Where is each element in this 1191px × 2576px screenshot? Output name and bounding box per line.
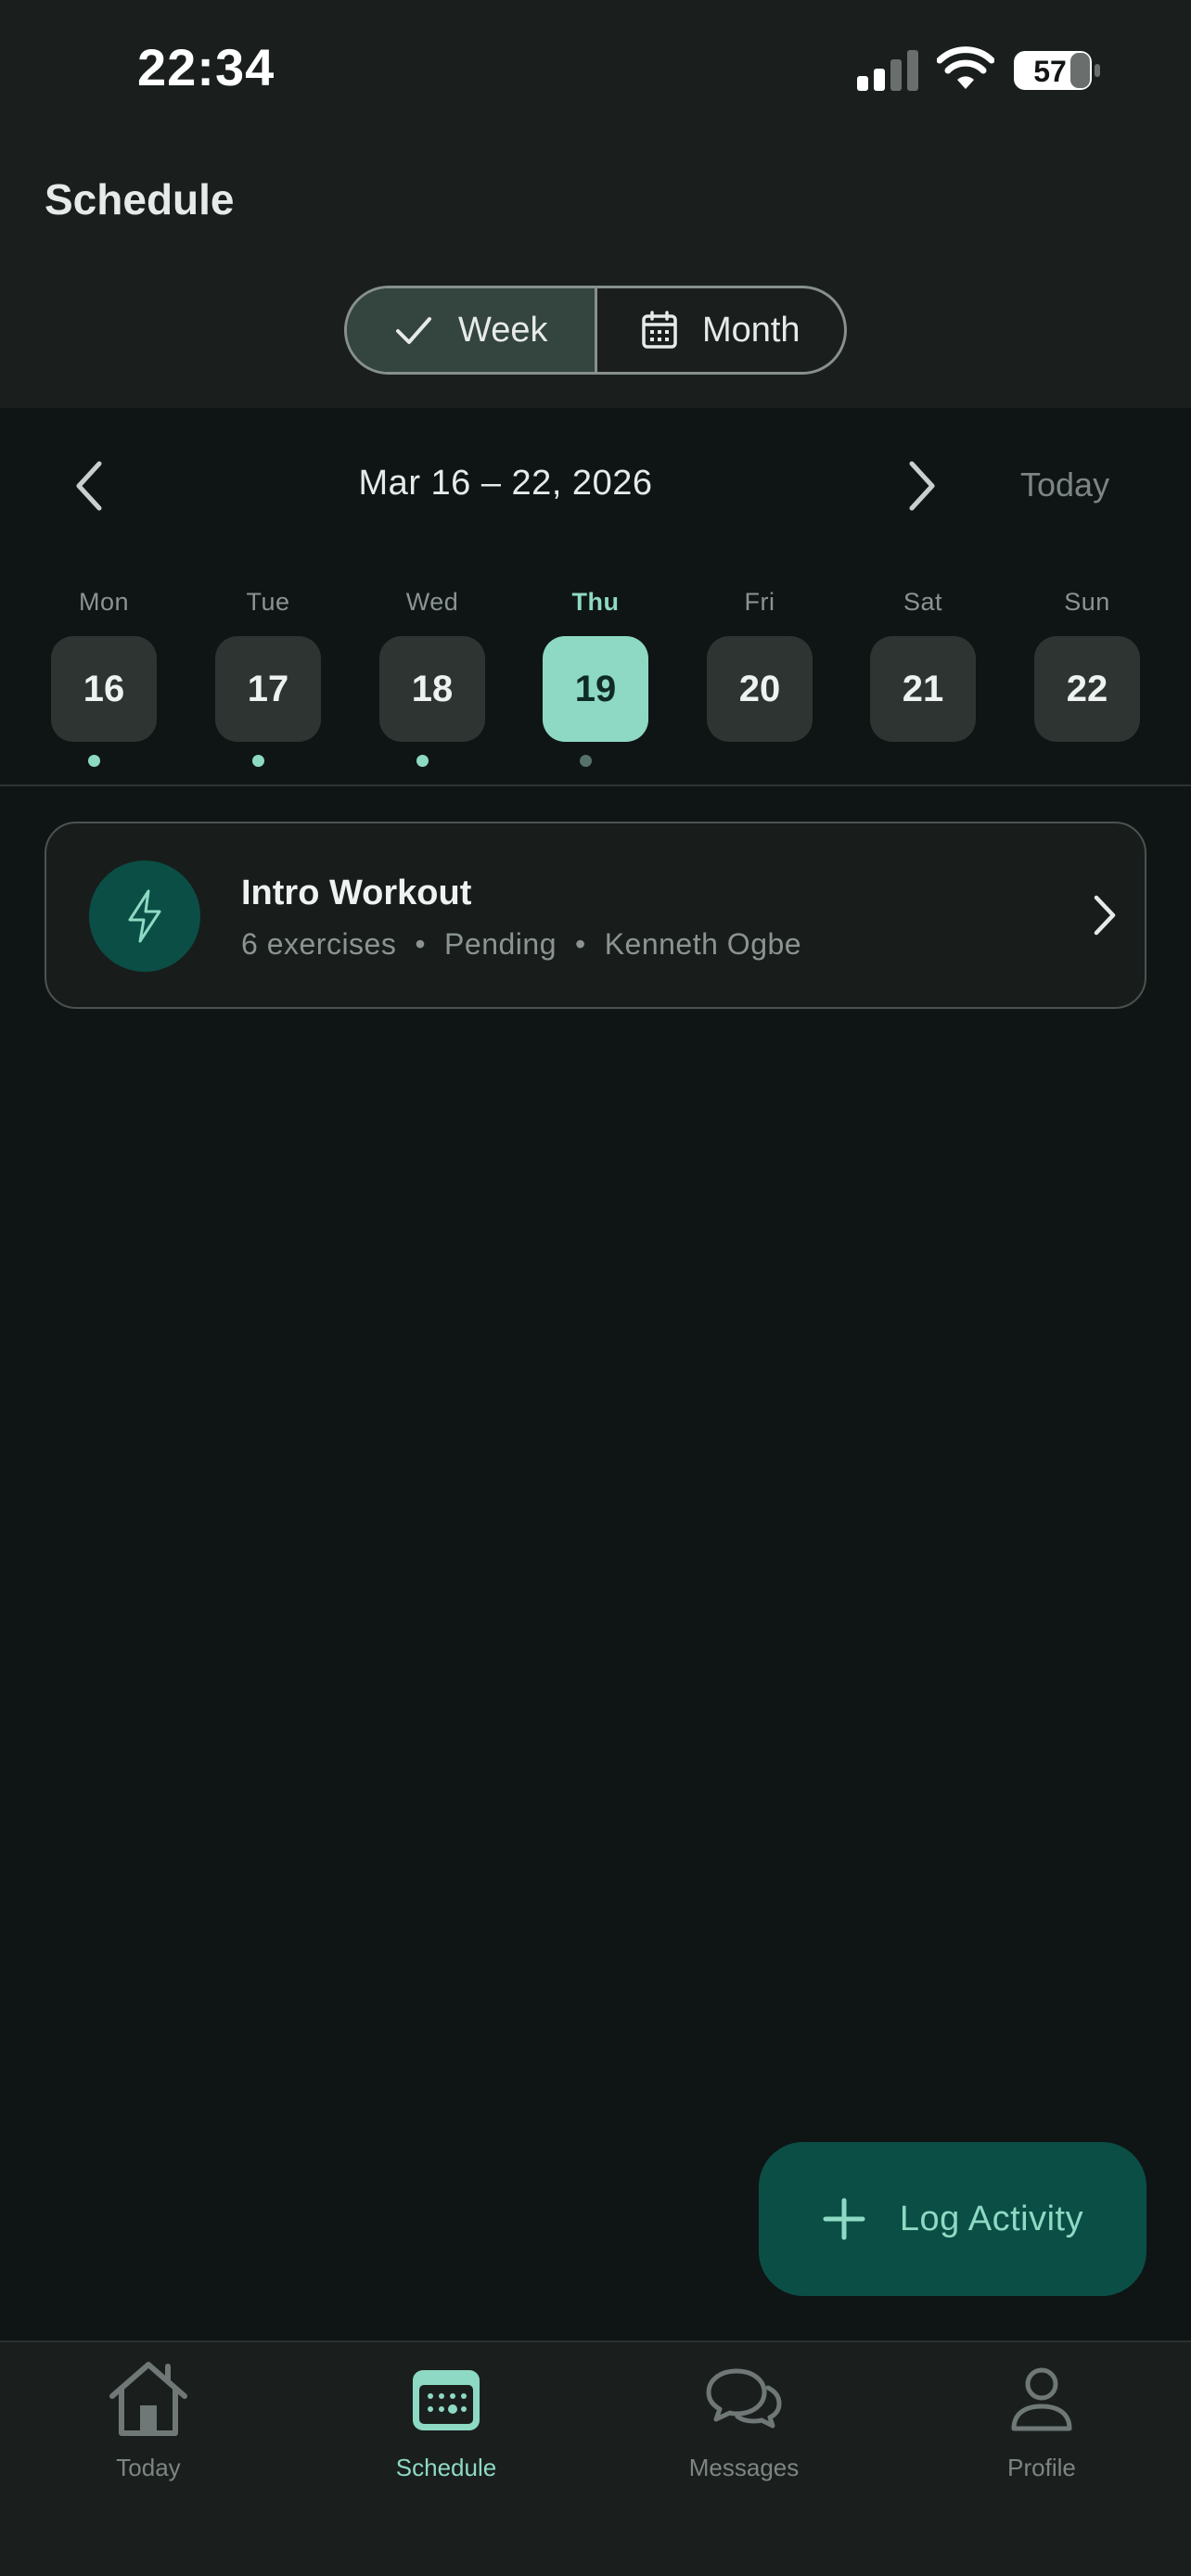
checkmark-icon bbox=[396, 317, 432, 344]
day-name: Wed bbox=[405, 588, 459, 616]
battery-level: 57 bbox=[1033, 55, 1067, 88]
event-dot bbox=[252, 755, 264, 767]
day-tue[interactable]: Tue 17 bbox=[215, 584, 321, 770]
tab-today[interactable]: Today bbox=[56, 2342, 241, 2491]
day-thu[interactable]: Thu 19 bbox=[543, 584, 648, 770]
day-strip: Mon 16 Tue 17 Wed 18 Thu 19 Fri 20 Sat 2… bbox=[0, 584, 1191, 770]
event-dot bbox=[580, 755, 592, 767]
plus-icon bbox=[823, 2198, 865, 2240]
wifi-icon bbox=[937, 46, 994, 89]
chevron-right-icon bbox=[1094, 895, 1116, 936]
day-number: 16 bbox=[51, 636, 157, 742]
person-icon bbox=[1000, 2357, 1083, 2441]
workout-title: Intro Workout bbox=[241, 874, 472, 912]
log-activity-label: Log Activity bbox=[899, 2199, 1084, 2238]
day-number: 17 bbox=[215, 636, 321, 742]
chat-bubbles-icon bbox=[702, 2357, 786, 2441]
cellular-signal-icon bbox=[857, 50, 918, 91]
calendar-icon bbox=[642, 311, 677, 349]
divider bbox=[0, 784, 1191, 786]
log-activity-button[interactable]: Log Activity bbox=[759, 2142, 1146, 2296]
day-number: 20 bbox=[707, 636, 813, 742]
home-icon bbox=[107, 2357, 190, 2441]
week-range-label: Mar 16 – 22, 2026 bbox=[358, 464, 653, 503]
calendar-icon bbox=[404, 2357, 488, 2441]
chevron-right-icon bbox=[909, 461, 935, 511]
day-name: Thu bbox=[571, 588, 620, 616]
day-number: 19 bbox=[543, 636, 648, 742]
next-week-button[interactable] bbox=[892, 453, 952, 519]
week-toggle-button[interactable]: Week bbox=[347, 288, 597, 372]
lightning-icon bbox=[128, 889, 161, 943]
day-wed[interactable]: Wed 18 bbox=[379, 584, 485, 770]
week-toggle-label: Week bbox=[458, 310, 548, 350]
tab-messages[interactable]: Messages bbox=[651, 2342, 837, 2491]
tab-label: Schedule bbox=[395, 2454, 497, 2481]
workout-status: Pending bbox=[444, 927, 557, 961]
tab-schedule[interactable]: Schedule bbox=[353, 2342, 539, 2491]
tab-profile[interactable]: Profile bbox=[949, 2342, 1134, 2491]
day-name: Sat bbox=[903, 588, 943, 616]
day-number: 21 bbox=[870, 636, 976, 742]
workout-exercise-count: 6 exercises bbox=[241, 927, 397, 961]
view-toggle: Week Month bbox=[344, 286, 847, 375]
day-name: Fri bbox=[744, 588, 775, 616]
meta-separator: • bbox=[415, 927, 427, 961]
day-name: Tue bbox=[246, 588, 290, 616]
battery-icon: 57 bbox=[1014, 51, 1100, 90]
workout-coach: Kenneth Ogbe bbox=[604, 927, 802, 961]
status-time: 22:34 bbox=[137, 38, 275, 96]
status-bar: 22:34 57 bbox=[0, 0, 1191, 139]
previous-week-button[interactable] bbox=[59, 453, 119, 519]
event-dot bbox=[88, 755, 100, 767]
day-number: 22 bbox=[1034, 636, 1140, 742]
tab-bar: Today Schedule Messages Profile bbox=[0, 2340, 1191, 2576]
workout-meta: 6 exercises • Pending • Kenneth Ogbe bbox=[241, 927, 801, 962]
tab-label: Today bbox=[116, 2454, 181, 2481]
today-button[interactable]: Today bbox=[1020, 465, 1109, 504]
day-number: 18 bbox=[379, 636, 485, 742]
chevron-left-icon bbox=[76, 461, 102, 511]
workout-open-chevron bbox=[1082, 886, 1128, 944]
workout-card[interactable]: Intro Workout 6 exercises • Pending • Kennet… bbox=[45, 822, 1146, 1009]
day-sun[interactable]: Sun 22 bbox=[1034, 584, 1140, 770]
workout-icon-badge bbox=[89, 861, 200, 972]
meta-separator: • bbox=[574, 927, 586, 961]
day-name: Mon bbox=[78, 588, 130, 616]
day-name: Sun bbox=[1064, 588, 1110, 616]
event-dot bbox=[416, 755, 429, 767]
day-fri[interactable]: Fri 20 bbox=[707, 584, 813, 770]
tab-label: Messages bbox=[688, 2454, 800, 2481]
month-toggle-label: Month bbox=[701, 310, 800, 350]
day-sat[interactable]: Sat 21 bbox=[870, 584, 976, 770]
page-title: Schedule bbox=[45, 175, 235, 223]
tab-label: Profile bbox=[1007, 2454, 1076, 2481]
month-toggle-button[interactable]: Month bbox=[597, 288, 845, 372]
day-mon[interactable]: Mon 16 bbox=[51, 584, 157, 770]
